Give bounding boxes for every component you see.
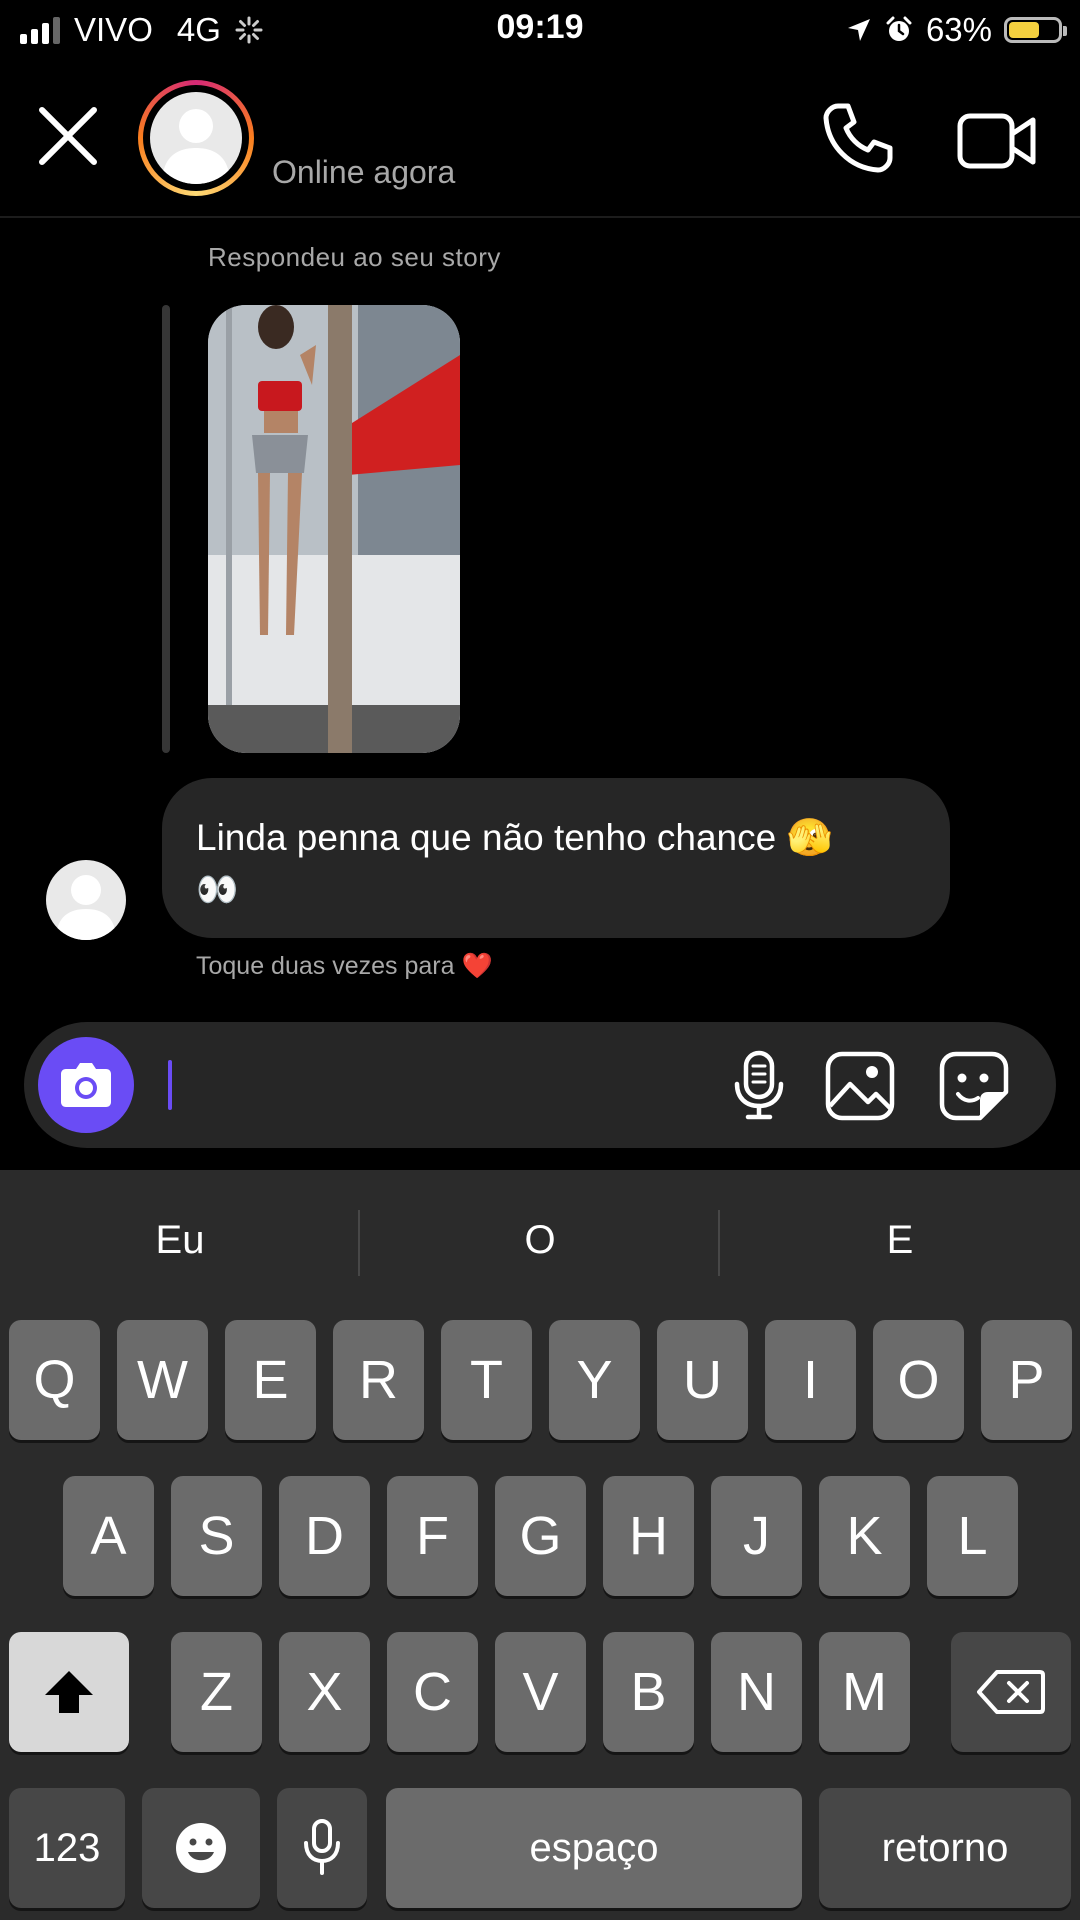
microphone-icon [304,1819,340,1875]
message-text-line2: 👀 [196,871,239,909]
gallery-icon[interactable] [824,1050,896,1122]
key-y[interactable]: Y [549,1320,640,1440]
message-bubble[interactable]: Linda penna que não tenho chance 🫣 👀 [162,778,950,938]
key-s[interactable]: S [171,1476,262,1596]
alarm-icon [886,16,912,41]
sticker-icon[interactable] [938,1050,1010,1122]
key-g[interactable]: G [495,1476,586,1596]
suggestion-2[interactable]: O [360,1218,720,1263]
suggestion-1[interactable]: Eu [0,1218,360,1263]
online-status: Online agora [272,154,456,190]
key-u[interactable]: U [657,1320,748,1440]
avatar-placeholder-icon [162,109,230,184]
avatar-placeholder-icon [56,875,116,940]
key-o[interactable]: O [873,1320,964,1440]
story-thumbnail[interactable] [208,305,460,753]
key-t[interactable]: T [441,1320,532,1440]
keyboard: Eu O E Q W E R T Y U I O P A S D F G H J… [0,1170,1080,1920]
emoji-icon [176,1823,226,1873]
status-bar: VIVO 4G 09:19 63% [0,0,1080,60]
battery-percent: 63% [925,11,992,48]
close-icon[interactable] [32,100,104,172]
shift-arrow-icon [45,1671,93,1713]
key-j[interactable]: J [711,1476,802,1596]
key-b[interactable]: B [603,1632,694,1752]
chat-header: Online agora [0,60,1080,218]
key-w[interactable]: W [117,1320,208,1440]
key-q[interactable]: Q [9,1320,100,1440]
suggestion-bar: Eu O E [0,1170,1080,1290]
key-m[interactable]: M [819,1632,910,1752]
phone-icon[interactable] [820,100,896,176]
numbers-key[interactable]: 123 [9,1788,125,1908]
story-photo [208,305,460,753]
space-key[interactable]: espaço [386,1788,802,1908]
text-cursor [168,1060,172,1110]
key-x[interactable]: X [279,1632,370,1752]
backspace-key[interactable] [951,1632,1071,1752]
backspace-icon [977,1670,1045,1714]
key-d[interactable]: D [279,1476,370,1596]
dictation-key[interactable] [277,1788,367,1908]
key-c[interactable]: C [387,1632,478,1752]
battery-icon [1004,17,1067,43]
key-f[interactable]: F [387,1476,478,1596]
microphone-icon[interactable] [724,1050,794,1120]
key-k[interactable]: K [819,1476,910,1596]
key-p[interactable]: P [981,1320,1072,1440]
message-text-line1: Linda penna que não tenho chance 🫣 [196,817,833,858]
key-r[interactable]: R [333,1320,424,1440]
key-v[interactable]: V [495,1632,586,1752]
key-a[interactable]: A [63,1476,154,1596]
key-h[interactable]: H [603,1476,694,1596]
avatar[interactable] [138,80,254,196]
key-i[interactable]: I [765,1320,856,1440]
location-icon [847,19,870,41]
key-e[interactable]: E [225,1320,316,1440]
return-key[interactable]: retorno [819,1788,1071,1908]
reply-indicator-bar [162,305,170,753]
key-l[interactable]: L [927,1476,1018,1596]
shift-key[interactable] [9,1632,129,1752]
key-n[interactable]: N [711,1632,802,1752]
suggestion-3[interactable]: E [720,1218,1080,1263]
message-composer[interactable] [24,1022,1056,1148]
replied-to-story-label: Respondeu ao seu story [208,242,501,272]
sender-avatar[interactable] [46,860,126,940]
camera-button[interactable] [38,1037,134,1133]
battery-level [1009,22,1040,38]
emoji-key[interactable] [142,1788,260,1908]
video-camera-icon[interactable] [955,102,1039,178]
double-tap-hint: Toque duas vezes para ❤️ [196,952,493,980]
key-z[interactable]: Z [171,1632,262,1752]
camera-icon [61,1063,111,1107]
